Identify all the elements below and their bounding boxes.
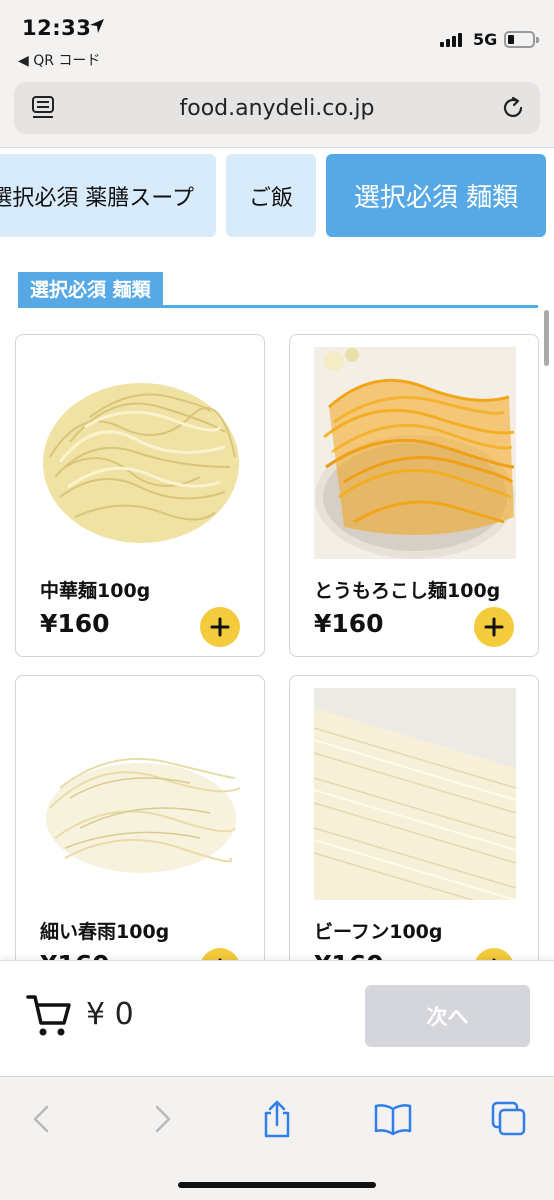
product-card[interactable]: 中華麺100g ¥160 (15, 334, 265, 657)
add-to-cart-button[interactable] (200, 948, 240, 960)
address-bar[interactable]: food.anydeli.co.jp (14, 82, 540, 134)
product-name: とうもろこし麺100g (314, 580, 501, 602)
product-card[interactable]: 細い春雨100g ¥160 (15, 675, 265, 960)
product-name: 中華麺100g (40, 580, 151, 602)
cart-total: ¥ 0 (86, 997, 134, 1032)
next-button[interactable]: 次へ (365, 985, 530, 1047)
tab-rice[interactable]: ご飯 (226, 154, 316, 237)
category-tabs: 選択必須 薬膳スープ ご飯 選択必須 麺類 (0, 150, 554, 246)
product-price: ¥160 (40, 609, 110, 638)
location-arrow-icon (90, 19, 104, 33)
product-name: 細い春雨100g (40, 921, 170, 943)
product-price: ¥160 (314, 950, 384, 960)
product-image (314, 688, 516, 900)
cart-bar: ¥ 0 次へ (0, 960, 554, 1075)
back-icon[interactable] (22, 1099, 62, 1139)
product-card[interactable]: とうもろこし麺100g ¥160 (289, 334, 539, 657)
product-price: ¥160 (314, 609, 384, 638)
battery-icon (504, 31, 539, 48)
section-heading: 選択必須 麺類 (18, 272, 538, 308)
tab-noodles[interactable]: 選択必須 麺類 (326, 154, 546, 237)
product-name: ビーフン100g (314, 921, 443, 943)
forward-icon[interactable] (142, 1099, 182, 1139)
network-label: 5G (473, 30, 498, 49)
add-to-cart-button[interactable] (474, 607, 514, 647)
browser-toolbar (0, 1076, 554, 1200)
url-text[interactable]: food.anydeli.co.jp (74, 96, 480, 121)
reload-icon[interactable] (500, 95, 526, 121)
section-title: 選択必須 麺類 (18, 272, 163, 308)
share-icon[interactable] (257, 1099, 297, 1139)
product-image (314, 347, 516, 559)
product-grid[interactable]: 中華麺100g ¥160 とうもろこし麺100g ¥160 細い春雨100g ビ… (0, 310, 554, 960)
plus-icon (484, 617, 504, 637)
status-time: 12:33 (22, 16, 92, 40)
tab-yakuzen-soup[interactable]: 選択必須 薬膳スープ (0, 154, 216, 237)
add-to-cart-button[interactable] (200, 607, 240, 647)
scrollbar[interactable] (544, 310, 549, 366)
home-indicator[interactable] (178, 1182, 376, 1188)
back-to-app-link[interactable]: ◀ QR コード (18, 50, 100, 70)
product-image (40, 688, 242, 900)
browser-address-area: food.anydeli.co.jp (0, 76, 554, 148)
signal-icon (440, 31, 466, 47)
cart-icon[interactable] (26, 993, 72, 1039)
reader-icon[interactable] (30, 95, 58, 121)
status-bar: 12:33 ◀ QR コード 5G (0, 0, 554, 76)
product-image (40, 347, 242, 559)
product-card[interactable]: ビーフン100g ¥160 (289, 675, 539, 960)
product-price: ¥160 (40, 950, 110, 960)
tabs-icon[interactable] (489, 1099, 529, 1139)
add-to-cart-button[interactable] (474, 948, 514, 960)
plus-icon (210, 617, 230, 637)
bookmarks-icon[interactable] (373, 1099, 413, 1139)
